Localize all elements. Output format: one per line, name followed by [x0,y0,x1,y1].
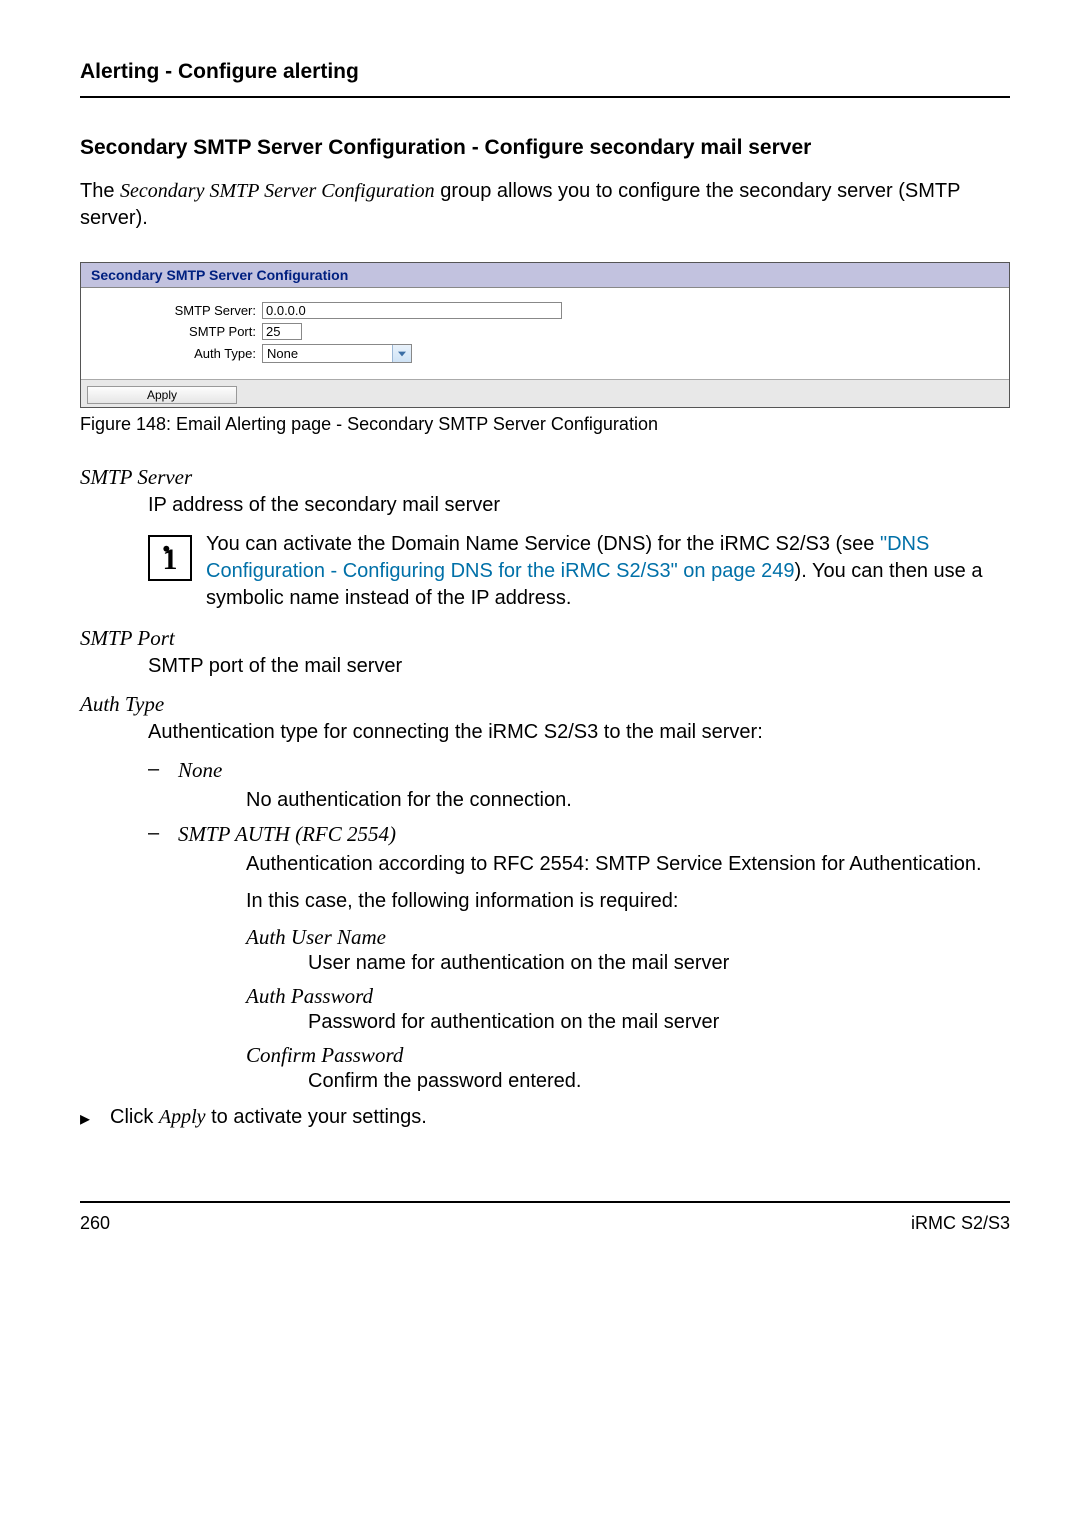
opt-smtpauth-desc: Authentication according to RFC 2554: SM… [246,851,1010,878]
intro-italic: Secondary SMTP Server Configuration [120,180,435,202]
info-icon: •1 [148,535,192,581]
opt-none-desc: No authentication for the connection. [246,787,1010,814]
desc-auth-pass: Password for authentication on the mail … [308,1009,1010,1035]
dash-bullet: – [148,822,178,847]
page-footer: 260 iRMC S2/S3 [80,1201,1010,1234]
desc-smtp-server: IP address of the secondary mail server [148,492,1010,519]
panel-title: Secondary SMTP Server Configuration [81,263,1009,288]
panel-body: SMTP Server: SMTP Port: Auth Type: None [81,288,1009,379]
info-text: You can activate the Domain Name Service… [206,531,1010,612]
chevron-down-icon [392,345,411,362]
action-line: ▸ Click Apply to activate your settings. [80,1106,1010,1131]
desc-auth-type: Authentication type for connecting the i… [148,719,1010,746]
term-smtp-server: SMTP Server [80,465,1010,490]
term-auth-type: Auth Type [80,692,1010,717]
smtp-config-panel: Secondary SMTP Server Configuration SMTP… [80,262,1010,408]
product-name: iRMC S2/S3 [911,1213,1010,1234]
auth-type-select[interactable]: None [262,344,412,363]
info-prefix: You can activate the Domain Name Service… [206,533,880,555]
page-header: Alerting - Configure alerting [80,60,1010,98]
opt-none-term: None [178,758,222,783]
smtp-server-label: SMTP Server: [91,303,262,318]
info-block: •1 You can activate the Domain Name Serv… [148,531,1010,612]
figure-caption: Figure 148: Email Alerting page - Second… [80,414,1010,435]
auth-type-value: None [267,346,298,361]
dash-bullet: – [148,758,178,783]
auth-type-label: Auth Type: [91,346,262,361]
desc-confirm-pass: Confirm the password entered. [308,1068,1010,1094]
page-number: 260 [80,1213,110,1234]
term-auth-user: Auth User Name [246,925,1010,950]
smtp-server-input[interactable] [262,302,562,319]
term-auth-pass: Auth Password [246,984,1010,1009]
auth-type-options: – None No authentication for the connect… [148,758,1010,1094]
term-confirm-pass: Confirm Password [246,1043,1010,1068]
section-heading: Secondary SMTP Server Configuration - Co… [80,136,1010,160]
action-suffix: to activate your settings. [206,1106,427,1128]
action-prefix: Click [110,1106,159,1128]
intro-paragraph: The Secondary SMTP Server Configuration … [80,178,1010,232]
intro-prefix: The [80,180,120,202]
smtp-port-label: SMTP Port: [91,324,262,339]
smtp-port-input[interactable] [262,323,302,340]
opt-smtpauth-term: SMTP AUTH (RFC 2554) [178,822,396,847]
opt-smtpauth-extra: In this case, the following information … [246,888,1010,915]
action-italic: Apply [159,1106,206,1128]
apply-button[interactable]: Apply [87,386,237,404]
desc-smtp-port: SMTP port of the mail server [148,653,1010,680]
term-smtp-port: SMTP Port [80,626,1010,651]
triangle-bullet-icon: ▸ [80,1106,110,1131]
panel-footer: Apply [81,379,1009,407]
desc-auth-user: User name for authentication on the mail… [308,950,1010,976]
